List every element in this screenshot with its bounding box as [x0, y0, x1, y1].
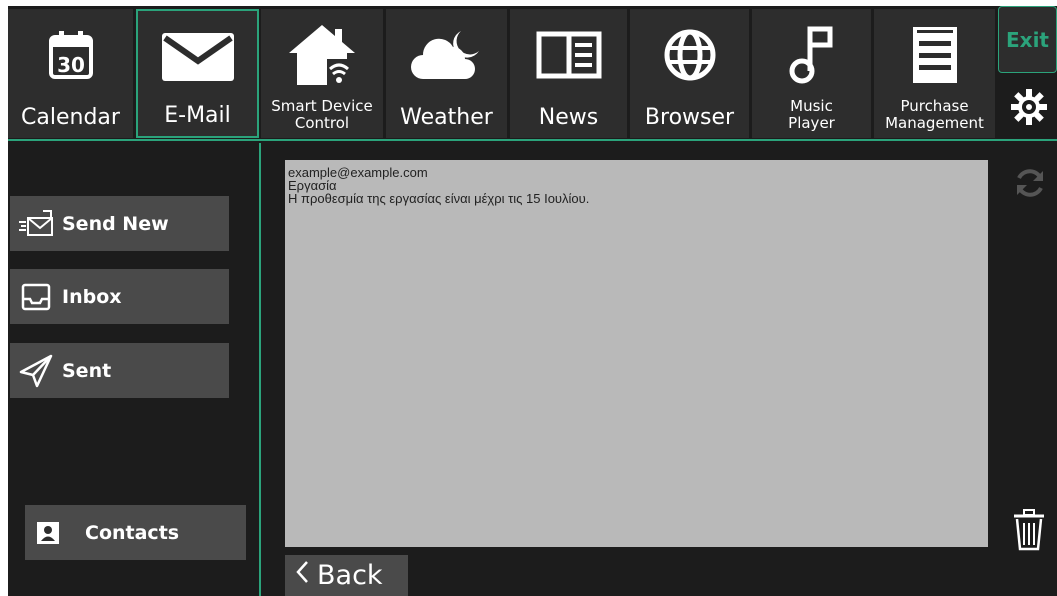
contact-card-icon [37, 521, 59, 544]
paper-plane-icon [10, 343, 62, 398]
sent-button[interactable]: Sent [10, 343, 229, 398]
exit-button[interactable]: Exit [998, 6, 1057, 73]
message-view: example@example.com Εργασία Η προθεσμία … [285, 160, 988, 547]
settings-button[interactable] [1004, 82, 1054, 132]
delete-button[interactable] [1010, 508, 1048, 552]
refresh-button[interactable] [1010, 163, 1050, 203]
browser-label: Browser [644, 105, 735, 130]
refresh-icon [1017, 169, 1043, 197]
receipt-icon [874, 23, 995, 87]
smart-device-label: Smart Device Control [271, 97, 373, 132]
weather-icon [386, 23, 507, 87]
news-icon [510, 23, 627, 87]
calendar-day-text: 30 [57, 53, 85, 77]
app-toolbar: 30 Calendar E-Mail Smart Device Control … [8, 6, 1057, 141]
back-button[interactable]: Back [285, 555, 408, 596]
smart-device-app-button[interactable]: Smart Device Control [261, 9, 384, 138]
weather-app-button[interactable]: Weather [386, 9, 508, 138]
chevron-left-icon [295, 560, 309, 591]
calendar-icon: 30 [8, 23, 133, 87]
browser-app-button[interactable]: Browser [630, 9, 750, 138]
contacts-button[interactable]: Contacts [25, 505, 246, 560]
mail-icon [138, 25, 257, 89]
email-app-button[interactable]: E-Mail [136, 9, 259, 138]
calendar-label: Calendar [21, 105, 120, 130]
contacts-label: Contacts [85, 521, 180, 544]
news-app-button[interactable]: News [510, 9, 628, 138]
email-label: E-Mail [164, 103, 231, 128]
weather-label: Weather [400, 105, 493, 130]
inbox-button[interactable]: Inbox [10, 269, 229, 324]
email-app: 30 Calendar E-Mail Smart Device Control … [8, 6, 1057, 596]
sent-label: Sent [62, 359, 112, 382]
send-mail-icon [10, 196, 62, 251]
music-app-button[interactable]: Music Player [752, 9, 872, 138]
inbox-tray-icon [10, 269, 62, 324]
sidebar-divider [259, 143, 261, 596]
calendar-app-button[interactable]: 30 Calendar [8, 9, 134, 138]
message-from: example@example.com [288, 165, 428, 180]
purchase-app-button[interactable]: Purchase Management [874, 9, 996, 138]
inbox-label: Inbox [62, 285, 122, 308]
music-note-icon [752, 23, 871, 87]
send-new-button[interactable]: Send New [10, 196, 229, 251]
gear-icon [1011, 89, 1047, 125]
send-new-label: Send New [62, 212, 169, 235]
back-label: Back [317, 560, 383, 591]
trash-icon [1014, 509, 1044, 551]
message-body: Η προθεσμία της εργασίας είναι μέχρι τις… [288, 191, 590, 206]
news-label: News [538, 105, 599, 130]
music-label: Music Player [788, 97, 835, 132]
smart-home-icon [261, 23, 383, 87]
globe-icon [630, 23, 749, 87]
purchase-label: Purchase Management [885, 97, 984, 132]
